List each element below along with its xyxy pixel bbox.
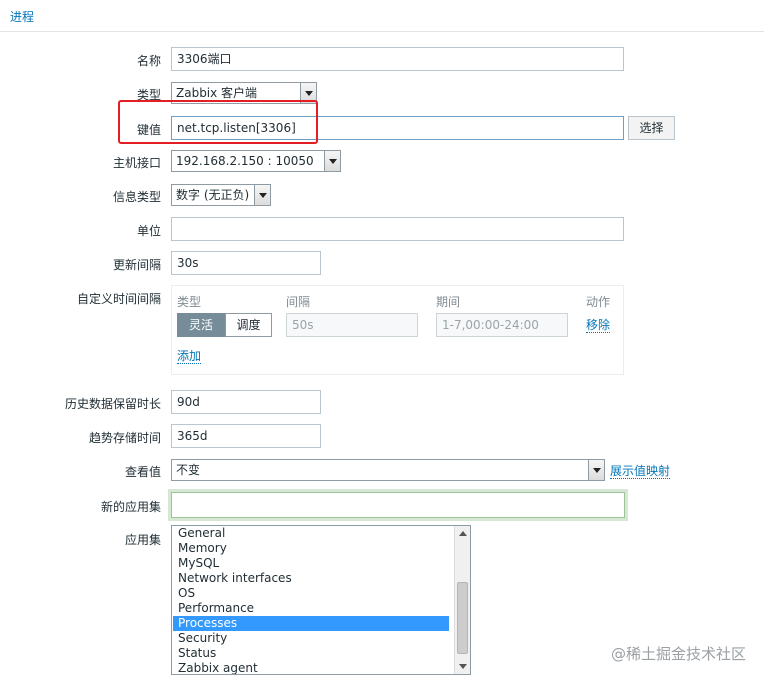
units-input[interactable]	[171, 217, 624, 241]
info-type-value: 数字 (无正负)	[176, 188, 250, 202]
list-item[interactable]: Status	[173, 646, 449, 661]
custom-intervals-label: 自定义时间间隔	[76, 292, 161, 306]
period-input[interactable]: 1-7,00:00-24:00	[436, 313, 568, 337]
chevron-down-icon	[324, 151, 340, 171]
show-value-select[interactable]: 不变	[171, 459, 605, 481]
host-interface-select[interactable]: 192.168.2.150 : 10050	[171, 150, 341, 172]
col-type-header: 类型	[177, 295, 202, 309]
chevron-down-icon	[300, 83, 316, 103]
vertical-scrollbar[interactable]	[454, 526, 470, 674]
select-key-button[interactable]: 选择	[628, 116, 675, 140]
list-item[interactable]: Network interfaces	[173, 571, 449, 586]
mode-flexible-button[interactable]: 灵活	[177, 313, 225, 337]
trends-label: 趋势存储时间	[88, 431, 161, 445]
units-label: 单位	[136, 224, 161, 238]
show-value-label: 查看值	[124, 465, 161, 479]
update-interval-label: 更新间隔	[112, 258, 161, 272]
trends-input[interactable]: 365d	[171, 424, 321, 448]
key-label: 键值	[136, 123, 161, 137]
applications-label: 应用集	[124, 533, 161, 547]
scroll-down-icon[interactable]	[455, 659, 470, 674]
list-item[interactable]: Zabbix agent	[173, 661, 449, 674]
new-application-label: 新的应用集	[100, 500, 161, 514]
key-input[interactable]: net.tcp.listen[3306]	[171, 116, 624, 140]
remove-interval-link[interactable]: 移除	[586, 318, 611, 333]
host-interface-value: 192.168.2.150 : 10050	[176, 154, 314, 168]
history-label: 历史数据保留时长	[64, 397, 161, 411]
col-action-header: 动作	[586, 295, 611, 309]
list-item-selected[interactable]: Processes	[173, 616, 449, 631]
chevron-down-icon	[254, 185, 270, 205]
mode-scheduling-button[interactable]: 调度	[225, 313, 272, 337]
history-input[interactable]: 90d	[171, 390, 321, 414]
name-input[interactable]: 3306端口	[171, 47, 624, 71]
type-label: 类型	[136, 88, 161, 102]
add-interval-link[interactable]: 添加	[177, 349, 202, 364]
scroll-up-icon[interactable]	[455, 526, 470, 541]
name-label: 名称	[136, 54, 161, 68]
type-select-value: Zabbix 客户端	[176, 86, 258, 100]
show-value-value: 不变	[176, 463, 201, 477]
list-item[interactable]: Performance	[173, 601, 449, 616]
tab-bar: 进程	[0, 0, 764, 32]
list-item[interactable]: OS	[173, 586, 449, 601]
chevron-down-icon	[588, 460, 604, 480]
custom-intervals-panel: 类型 间隔 期间 动作 灵活 调度 50s 1-7,00:00-24:00 移除…	[171, 285, 624, 375]
scrollbar-thumb[interactable]	[457, 582, 468, 654]
value-mapping-link[interactable]: 展示值映射	[610, 464, 671, 479]
list-item[interactable]: Memory	[173, 541, 449, 556]
col-interval-header: 间隔	[286, 295, 311, 309]
type-select[interactable]: Zabbix 客户端	[171, 82, 317, 104]
host-interface-label: 主机接口	[112, 156, 161, 170]
col-period-header: 期间	[436, 295, 461, 309]
new-application-input[interactable]	[168, 489, 628, 521]
info-type-label: 信息类型	[112, 190, 161, 204]
info-type-select[interactable]: 数字 (无正负)	[171, 184, 271, 206]
list-item[interactable]: Security	[173, 631, 449, 646]
watermark: @稀土掘金技术社区	[610, 645, 746, 663]
list-item[interactable]: MySQL	[173, 556, 449, 571]
list-item[interactable]: General	[173, 526, 449, 541]
new-application-field[interactable]	[171, 492, 625, 518]
applications-listbox[interactable]: General Memory MySQL Network interfaces …	[171, 525, 471, 675]
interval-input[interactable]: 50s	[286, 313, 418, 337]
tab-process[interactable]: 进程	[10, 8, 34, 25]
update-interval-input[interactable]: 30s	[171, 251, 321, 275]
